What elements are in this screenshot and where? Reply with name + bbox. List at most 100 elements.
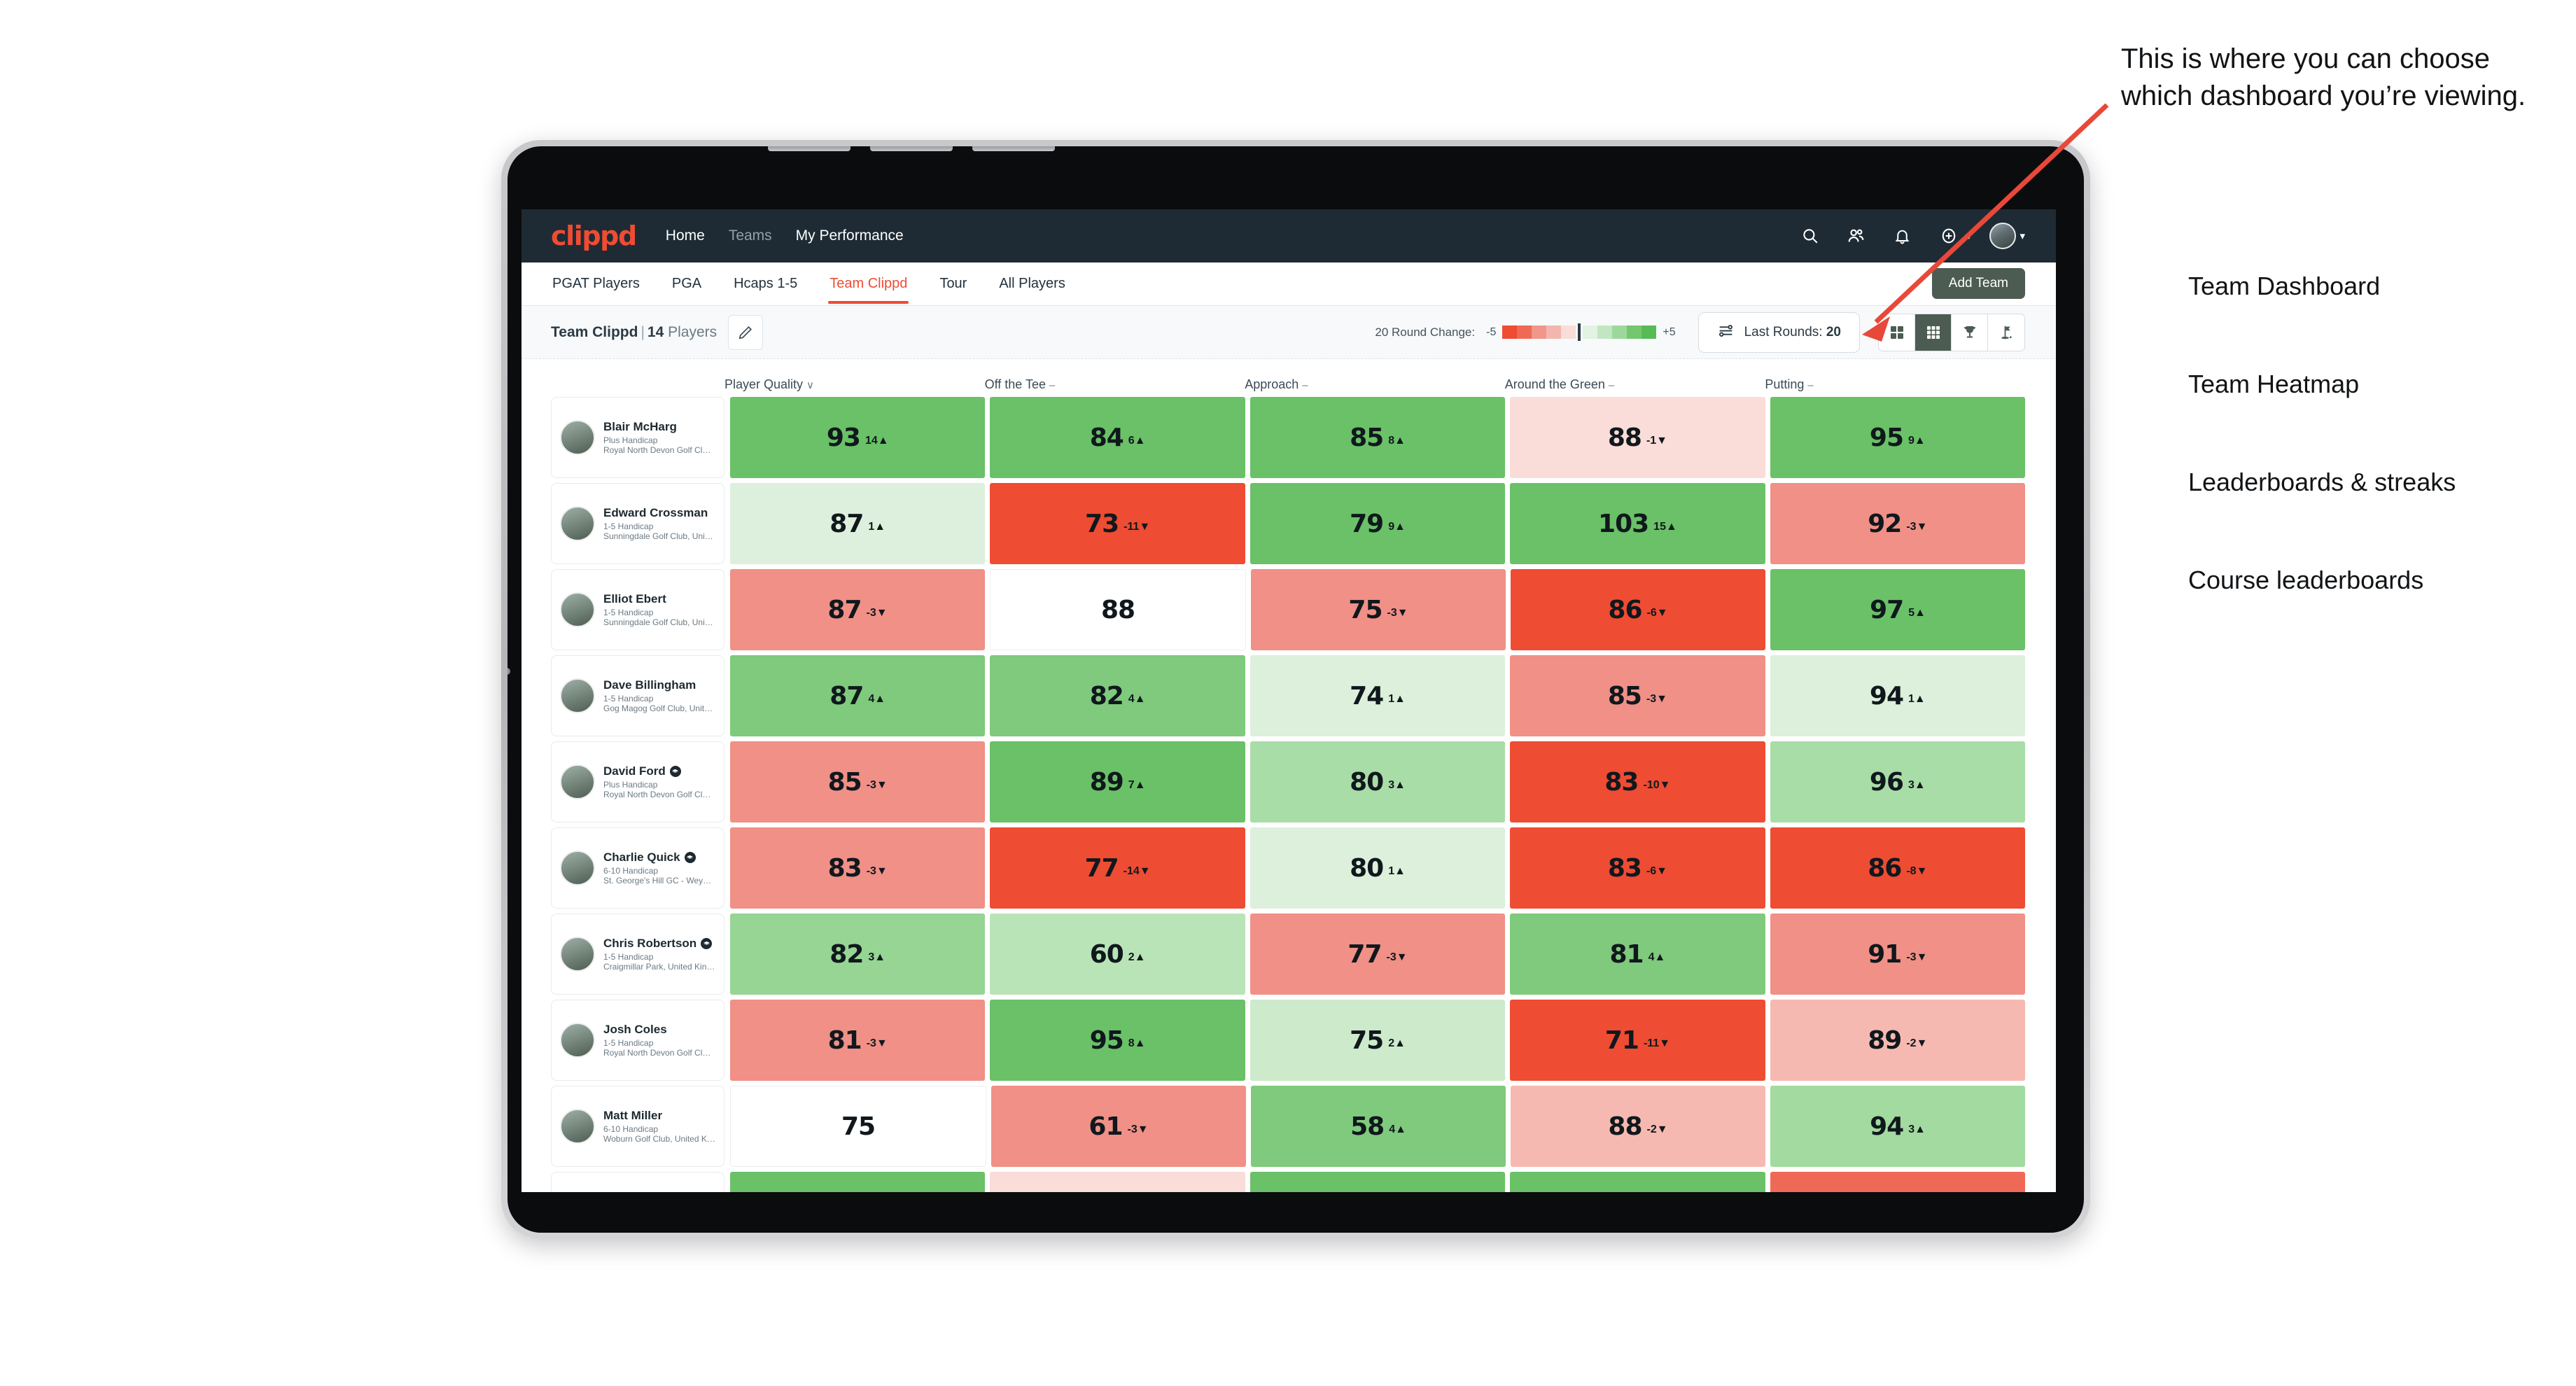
- table-row[interactable]: Chris Robertson 1-5 Handicap Craigmillar P…: [551, 913, 2026, 995]
- table-row[interactable]: Josh Coles 1-5 Handicap Royal North Devon …: [551, 1000, 2026, 1081]
- tab-hcaps-1-5[interactable]: Hcaps 1-5: [732, 264, 799, 304]
- stat-cell[interactable]: 83 -10▼: [1510, 741, 1765, 822]
- column-header-player-quality[interactable]: Player Quality ∨: [724, 377, 985, 397]
- stat-cell[interactable]: 81 -3▼: [730, 1000, 986, 1081]
- stat-cell[interactable]: 85 -3▼: [1510, 655, 1765, 736]
- stat-cell[interactable]: 85-4▼: [1770, 1172, 2026, 1192]
- nav-item-home[interactable]: Home: [666, 227, 705, 244]
- golf-flag-icon[interactable]: [1988, 314, 2024, 351]
- stat-cell[interactable]: 58 4▲: [1251, 1086, 1506, 1167]
- column-header-around-the-green[interactable]: Around the Green –: [1505, 377, 1765, 397]
- stat-cell[interactable]: 88: [990, 569, 1246, 650]
- column-header-putting[interactable]: Putting –: [1765, 377, 2025, 397]
- stat-cell[interactable]: 93 14▲: [730, 397, 986, 478]
- column-header-approach[interactable]: Approach –: [1245, 377, 1505, 397]
- heatmap-grid-icon[interactable]: [1915, 314, 1952, 351]
- stat-cell[interactable]: 86 -8▼: [1770, 827, 2026, 909]
- stat-cell[interactable]: 60 2▲: [990, 913, 1245, 995]
- player-cell[interactable]: Josh Coles 1-5 Handicap Royal North Devon …: [551, 1000, 724, 1081]
- player-name-text: Chris Robertson: [603, 937, 697, 950]
- stat-cell[interactable]: 85 8▲: [1250, 397, 1506, 478]
- table-row[interactable]: Aaron Nicholls11-15 HandicapDrift Golf C…: [551, 1172, 2026, 1192]
- stat-cell[interactable]: 81 4▲: [1510, 913, 1765, 995]
- clippd-logo[interactable]: clippd: [551, 220, 637, 251]
- stat-cell[interactable]: 89 7▲: [990, 741, 1245, 822]
- column-header-off-the-tee[interactable]: Off the Tee –: [985, 377, 1245, 397]
- player-cell[interactable]: Blair McHarg Plus Handicap Royal North Dev…: [551, 397, 724, 478]
- stat-cell[interactable]: 84 6▲: [990, 397, 1245, 478]
- people-icon[interactable]: [1842, 222, 1870, 250]
- table-row[interactable]: David Ford Plus Handicap Royal North Devon…: [551, 741, 2026, 822]
- stat-cell[interactable]: 83 -6▼: [1510, 827, 1765, 909]
- tab-tour[interactable]: Tour: [938, 264, 968, 304]
- stat-cell[interactable]: 87 4▲: [730, 655, 986, 736]
- stat-cell[interactable]: 97 5▲: [1770, 569, 2025, 650]
- add-team-button[interactable]: Add Team: [1931, 268, 2025, 299]
- stat-cell[interactable]: 80 3▲: [1250, 741, 1506, 822]
- stat-cell[interactable]: 74 1▲: [1250, 655, 1506, 736]
- stat-cell[interactable]: 86 -6▼: [1511, 569, 1765, 650]
- stat-cell[interactable]: 77 -3▼: [1250, 913, 1506, 995]
- pencil-icon[interactable]: [728, 314, 764, 350]
- tab-pgat-players[interactable]: PGAT Players: [551, 264, 641, 304]
- table-row[interactable]: Elliot Ebert 1-5 Handicap Sunningdale Golf…: [551, 569, 2025, 650]
- nav-item-my-performance[interactable]: My Performance: [796, 227, 904, 244]
- player-cell[interactable]: Chris Robertson 1-5 Handicap Craigmillar P…: [551, 913, 724, 995]
- stat-cell[interactable]: 73 -11▼: [990, 483, 1245, 564]
- stat-cell[interactable]: 82 4▲: [990, 655, 1245, 736]
- table-row[interactable]: Blair McHarg Plus Handicap Royal North Dev…: [551, 397, 2026, 478]
- stat-cell[interactable]: 75: [730, 1086, 986, 1167]
- stat-cell[interactable]: 94 3▲: [1770, 1086, 2025, 1167]
- bell-icon[interactable]: [1889, 222, 1917, 250]
- player-cell[interactable]: Aaron Nicholls11-15 HandicapDrift Golf C…: [551, 1172, 724, 1192]
- player-cell[interactable]: David Ford Plus Handicap Royal North Devon…: [551, 741, 724, 822]
- table-row[interactable]: Charlie Quick 6-10 Handicap St. George's H…: [551, 827, 2026, 909]
- stat-cell[interactable]: 83 -3▼: [730, 827, 986, 909]
- stat-cell[interactable]: 61 -3▼: [991, 1086, 1246, 1167]
- stat-cell[interactable]: 96 3▲: [1770, 741, 2026, 822]
- stat-cell[interactable]: 75 2▲: [1250, 1000, 1506, 1081]
- stat-cell[interactable]: 87 1▲: [730, 483, 986, 564]
- stat-cell[interactable]: 88 -1▼: [1510, 397, 1765, 478]
- stat-cell[interactable]: 5810▲: [1250, 1172, 1506, 1192]
- player-cell[interactable]: Charlie Quick 6-10 Handicap St. George's H…: [551, 827, 724, 909]
- table-row[interactable]: Edward Crossman 1-5 Handicap Sunningdale G…: [551, 483, 2026, 564]
- nav-item-teams[interactable]: Teams: [729, 227, 772, 244]
- stat-cell[interactable]: 87 -3▼: [730, 569, 985, 650]
- avatar[interactable]: ▾: [1989, 223, 2025, 249]
- stat-cell[interactable]: 77 -14▼: [990, 827, 1245, 909]
- player-cell[interactable]: Matt Miller 6-10 Handicap Woburn Golf Club…: [551, 1086, 724, 1167]
- player-cell[interactable]: Elliot Ebert 1-5 Handicap Sunningdale Golf…: [551, 569, 724, 650]
- dashboard-grid-icon[interactable]: [1879, 314, 1915, 351]
- stat-cell[interactable]: 82 3▲: [730, 913, 986, 995]
- stat-cell[interactable]: 60-1▼: [990, 1172, 1245, 1192]
- stat-cell[interactable]: 79 9▲: [1250, 483, 1506, 564]
- stat-cell[interactable]: 95 8▲: [990, 1000, 1245, 1081]
- stat-cell[interactable]: 88 -2▼: [1511, 1086, 1765, 1167]
- chevron-down-icon-account[interactable]: ▾: [2019, 230, 2025, 242]
- stat-cell[interactable]: 80 1▲: [1250, 827, 1506, 909]
- stat-cell[interactable]: 71 -11▼: [1510, 1000, 1765, 1081]
- tab-pga[interactable]: PGA: [671, 264, 703, 304]
- stat-cell[interactable]: 748▲: [730, 1172, 986, 1192]
- tab-team-clippd[interactable]: Team Clippd: [828, 264, 909, 304]
- plus-circle-icon[interactable]: [1935, 222, 1963, 250]
- stat-cell[interactable]: 8421▲: [1510, 1172, 1765, 1192]
- stat-cell[interactable]: 85 -3▼: [730, 741, 986, 822]
- tab-all-players[interactable]: All Players: [997, 264, 1066, 304]
- stat-cell[interactable]: 89 -2▼: [1770, 1000, 2026, 1081]
- last-rounds-filter-button[interactable]: Last Rounds: 20: [1698, 312, 1860, 353]
- stat-cell[interactable]: 95 9▲: [1770, 397, 2026, 478]
- table-row[interactable]: Matt Miller 6-10 Handicap Woburn Golf Club…: [551, 1086, 2025, 1167]
- player-cell[interactable]: Dave Billingham 1-5 Handicap Gog Magog Gol…: [551, 655, 724, 736]
- table-row[interactable]: Dave Billingham 1-5 Handicap Gog Magog Gol…: [551, 655, 2026, 736]
- trophy-icon[interactable]: [1952, 314, 1988, 351]
- stat-cell[interactable]: 103 15▲: [1510, 483, 1765, 564]
- stat-cell[interactable]: 91 -3▼: [1770, 913, 2026, 995]
- stat-cell[interactable]: 75 -3▼: [1251, 569, 1506, 650]
- search-icon[interactable]: [1796, 222, 1824, 250]
- player-cell[interactable]: Edward Crossman 1-5 Handicap Sunningdale G…: [551, 483, 724, 564]
- stat-cell[interactable]: 94 1▲: [1770, 655, 2026, 736]
- stat-cell[interactable]: 92 -3▼: [1770, 483, 2026, 564]
- chevron-down-icon-create[interactable]: ▾: [1966, 230, 1972, 242]
